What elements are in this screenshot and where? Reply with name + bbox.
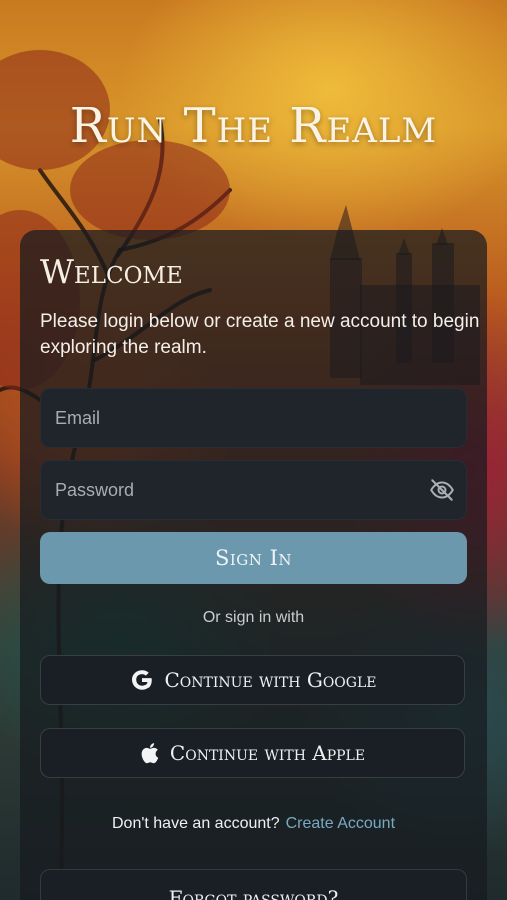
no-account-text: Don't have an account? [111,815,280,832]
sign-in-button[interactable]: Sign In [40,532,467,584]
welcome-subtitle: Please login below or create a new accou… [40,311,480,358]
create-account-link[interactable]: Create Account [286,815,395,832]
apple-icon [140,741,160,765]
apple-button-label: Continue with Apple [169,741,366,765]
email-field [40,388,467,448]
google-button-label: Continue with Google [164,668,377,692]
welcome-heading: Welcome [40,252,183,291]
email-input[interactable] [40,388,467,448]
continue-with-apple-button[interactable]: Continue with Apple [40,728,465,778]
app-title: Run The Realm [69,98,438,154]
create-account-row: Don't have an account? Create Account [0,815,507,833]
forgot-password-button[interactable]: Forgot password? [40,869,467,900]
password-field [40,460,467,520]
eye-off-icon[interactable] [429,477,455,503]
password-input[interactable] [40,460,467,520]
continue-with-google-button[interactable]: Continue with Google [40,655,465,705]
google-icon [129,667,155,693]
alt-signin-text: Or sign in with [202,609,305,626]
